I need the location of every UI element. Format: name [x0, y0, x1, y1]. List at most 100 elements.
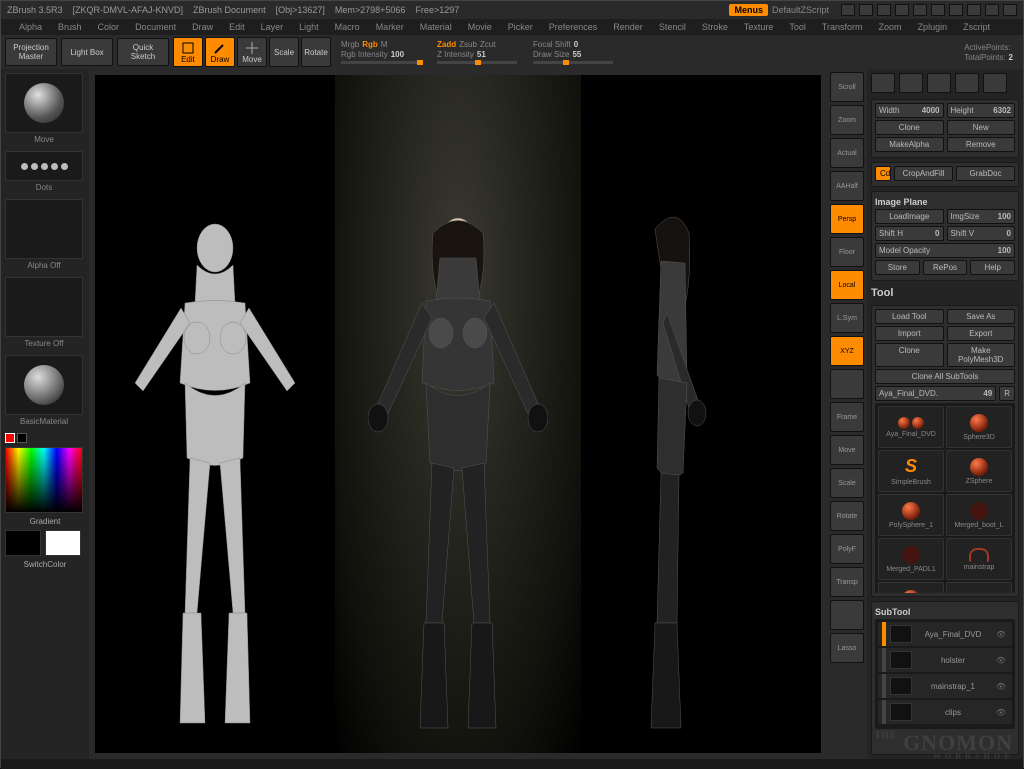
image-plane-header[interactable]: Image Plane [875, 195, 1015, 209]
subtool-row[interactable]: clips👁 [878, 700, 1012, 724]
tool-header[interactable]: Tool [871, 285, 1019, 301]
menu-material[interactable]: Material [412, 22, 460, 32]
shift-v-field[interactable]: Shift V0 [947, 226, 1016, 241]
viewtool-lasso[interactable]: Lasso [830, 633, 864, 663]
menu-transform[interactable]: Transform [814, 22, 871, 32]
subtool-header[interactable]: SubTool [875, 605, 1015, 619]
title-button[interactable] [913, 4, 927, 16]
texture-thumb[interactable]: Texture Off [5, 277, 83, 337]
help-button[interactable]: Help [970, 260, 1015, 275]
zadd-button[interactable]: Zadd [437, 40, 456, 49]
menu-preferences[interactable]: Preferences [541, 22, 606, 32]
menu-color[interactable]: Color [90, 22, 128, 32]
alpha-thumb[interactable]: Alpha Off [5, 199, 83, 259]
title-button[interactable] [841, 4, 855, 16]
draw-size-value[interactable]: 55 [572, 50, 581, 59]
save-as-button[interactable]: Save As [947, 309, 1016, 324]
canvas[interactable] [95, 75, 821, 753]
menu-marker[interactable]: Marker [368, 22, 412, 32]
visibility-icon[interactable]: 👁 [994, 682, 1008, 691]
rgb-intensity-slider[interactable] [341, 61, 421, 64]
zsub-button[interactable]: Zsub [459, 40, 477, 49]
menu-draw[interactable]: Draw [184, 22, 221, 32]
rotate-tool-button[interactable]: Rotate [301, 37, 331, 67]
viewtool-scale[interactable]: Scale [830, 468, 864, 498]
viewtool-local[interactable]: Local [830, 270, 864, 300]
subtool-row[interactable]: mainstrap_1👁 [878, 674, 1012, 698]
panel-tab[interactable] [927, 73, 951, 93]
menu-stencil[interactable]: Stencil [651, 22, 694, 32]
redo-button[interactable] [949, 4, 963, 16]
menu-picker[interactable]: Picker [500, 22, 541, 32]
brush-thumb[interactable]: Move [5, 73, 83, 133]
new-button[interactable]: New [947, 120, 1016, 135]
repos-button[interactable]: RePos [923, 260, 968, 275]
draw-size-slider[interactable] [533, 61, 613, 64]
menu-zscript[interactable]: Zscript [955, 22, 998, 32]
store-button[interactable]: Store [875, 260, 920, 275]
close-button[interactable] [1003, 4, 1017, 16]
viewtool-blank[interactable] [830, 369, 864, 399]
viewtool-polyf[interactable]: PolyF [830, 534, 864, 564]
menu-document[interactable]: Document [127, 22, 184, 32]
color-black-swatch[interactable] [5, 530, 41, 556]
cd-icon[interactable]: Cd [875, 166, 891, 181]
viewtool-blank[interactable] [830, 600, 864, 630]
menu-alpha[interactable]: Alpha [11, 22, 50, 32]
draw-tool-button[interactable]: Draw [205, 37, 235, 67]
export-button[interactable]: Export [947, 326, 1016, 341]
shift-h-field[interactable]: Shift H0 [875, 226, 944, 241]
subtool-row[interactable]: holster👁 [878, 648, 1012, 672]
width-field[interactable]: Width4000 [875, 103, 944, 118]
gradient-label[interactable]: Gradient [5, 517, 85, 526]
current-tool-name[interactable]: Aya_Final_DVD.49 [875, 386, 996, 401]
title-button[interactable] [877, 4, 891, 16]
tool-item[interactable]: Aya_Final_DVD [878, 406, 944, 448]
menu-macro[interactable]: Macro [327, 22, 368, 32]
menu-render[interactable]: Render [605, 22, 651, 32]
r-button[interactable]: R [999, 386, 1015, 401]
undo-button[interactable] [931, 4, 945, 16]
m-button[interactable]: M [381, 40, 388, 49]
visibility-icon[interactable]: 👁 [994, 708, 1008, 717]
scale-tool-button[interactable]: Scale [269, 37, 299, 67]
menu-layer[interactable]: Layer [253, 22, 292, 32]
tool-item[interactable]: PolySphere_1 [878, 494, 944, 536]
menu-tool[interactable]: Tool [781, 22, 814, 32]
edit-tool-button[interactable]: Edit [173, 37, 203, 67]
focal-shift-value[interactable]: 0 [574, 40, 578, 49]
material-thumb[interactable]: BasicMaterial [5, 355, 83, 415]
menu-movie[interactable]: Movie [460, 22, 500, 32]
tool-item[interactable]: Merged_PADL1 [878, 538, 944, 580]
viewtool-zoom[interactable]: Zoom [830, 105, 864, 135]
remove-button[interactable]: Remove [947, 137, 1016, 152]
viewtool-actual[interactable]: Actual [830, 138, 864, 168]
color-white-swatch[interactable] [45, 530, 81, 556]
zcut-button[interactable]: Zcut [480, 40, 496, 49]
tool-item[interactable]: ZSphere [946, 450, 1012, 492]
viewtool-rotate[interactable]: Rotate [830, 501, 864, 531]
color-picker[interactable] [5, 447, 83, 513]
crop-and-fill-button[interactable]: CropAndFill [894, 166, 953, 181]
grabdoc-button[interactable]: GrabDoc [956, 166, 1015, 181]
panel-tab[interactable] [955, 73, 979, 93]
import-button[interactable]: Import [875, 326, 944, 341]
panel-tab[interactable] [983, 73, 1007, 93]
model-opacity-field[interactable]: Model Opacity100 [875, 243, 1015, 258]
viewtool-floor[interactable]: Floor [830, 237, 864, 267]
viewtool-scroll[interactable]: Scroll [830, 72, 864, 102]
subtool-row[interactable]: Aya_Final_DVD👁 [878, 622, 1012, 646]
height-field[interactable]: Height6302 [947, 103, 1016, 118]
switch-color-label[interactable]: SwitchColor [5, 560, 85, 569]
tool-item[interactable]: TPose#1_Aya_F [878, 582, 944, 593]
menu-texture[interactable]: Texture [736, 22, 782, 32]
menu-brush[interactable]: Brush [50, 22, 90, 32]
rgb-intensity-value[interactable]: 100 [391, 50, 404, 59]
stroke-thumb[interactable]: Dots [5, 151, 83, 181]
image-size-field[interactable]: ImgSize100 [947, 209, 1016, 224]
viewtool-transp[interactable]: Transp [830, 567, 864, 597]
menu-edit[interactable]: Edit [221, 22, 253, 32]
move-tool-button[interactable]: Move [237, 37, 267, 67]
viewtool-xyz[interactable]: XYZ [830, 336, 864, 366]
quick-sketch-button[interactable]: Quick Sketch [117, 38, 169, 66]
